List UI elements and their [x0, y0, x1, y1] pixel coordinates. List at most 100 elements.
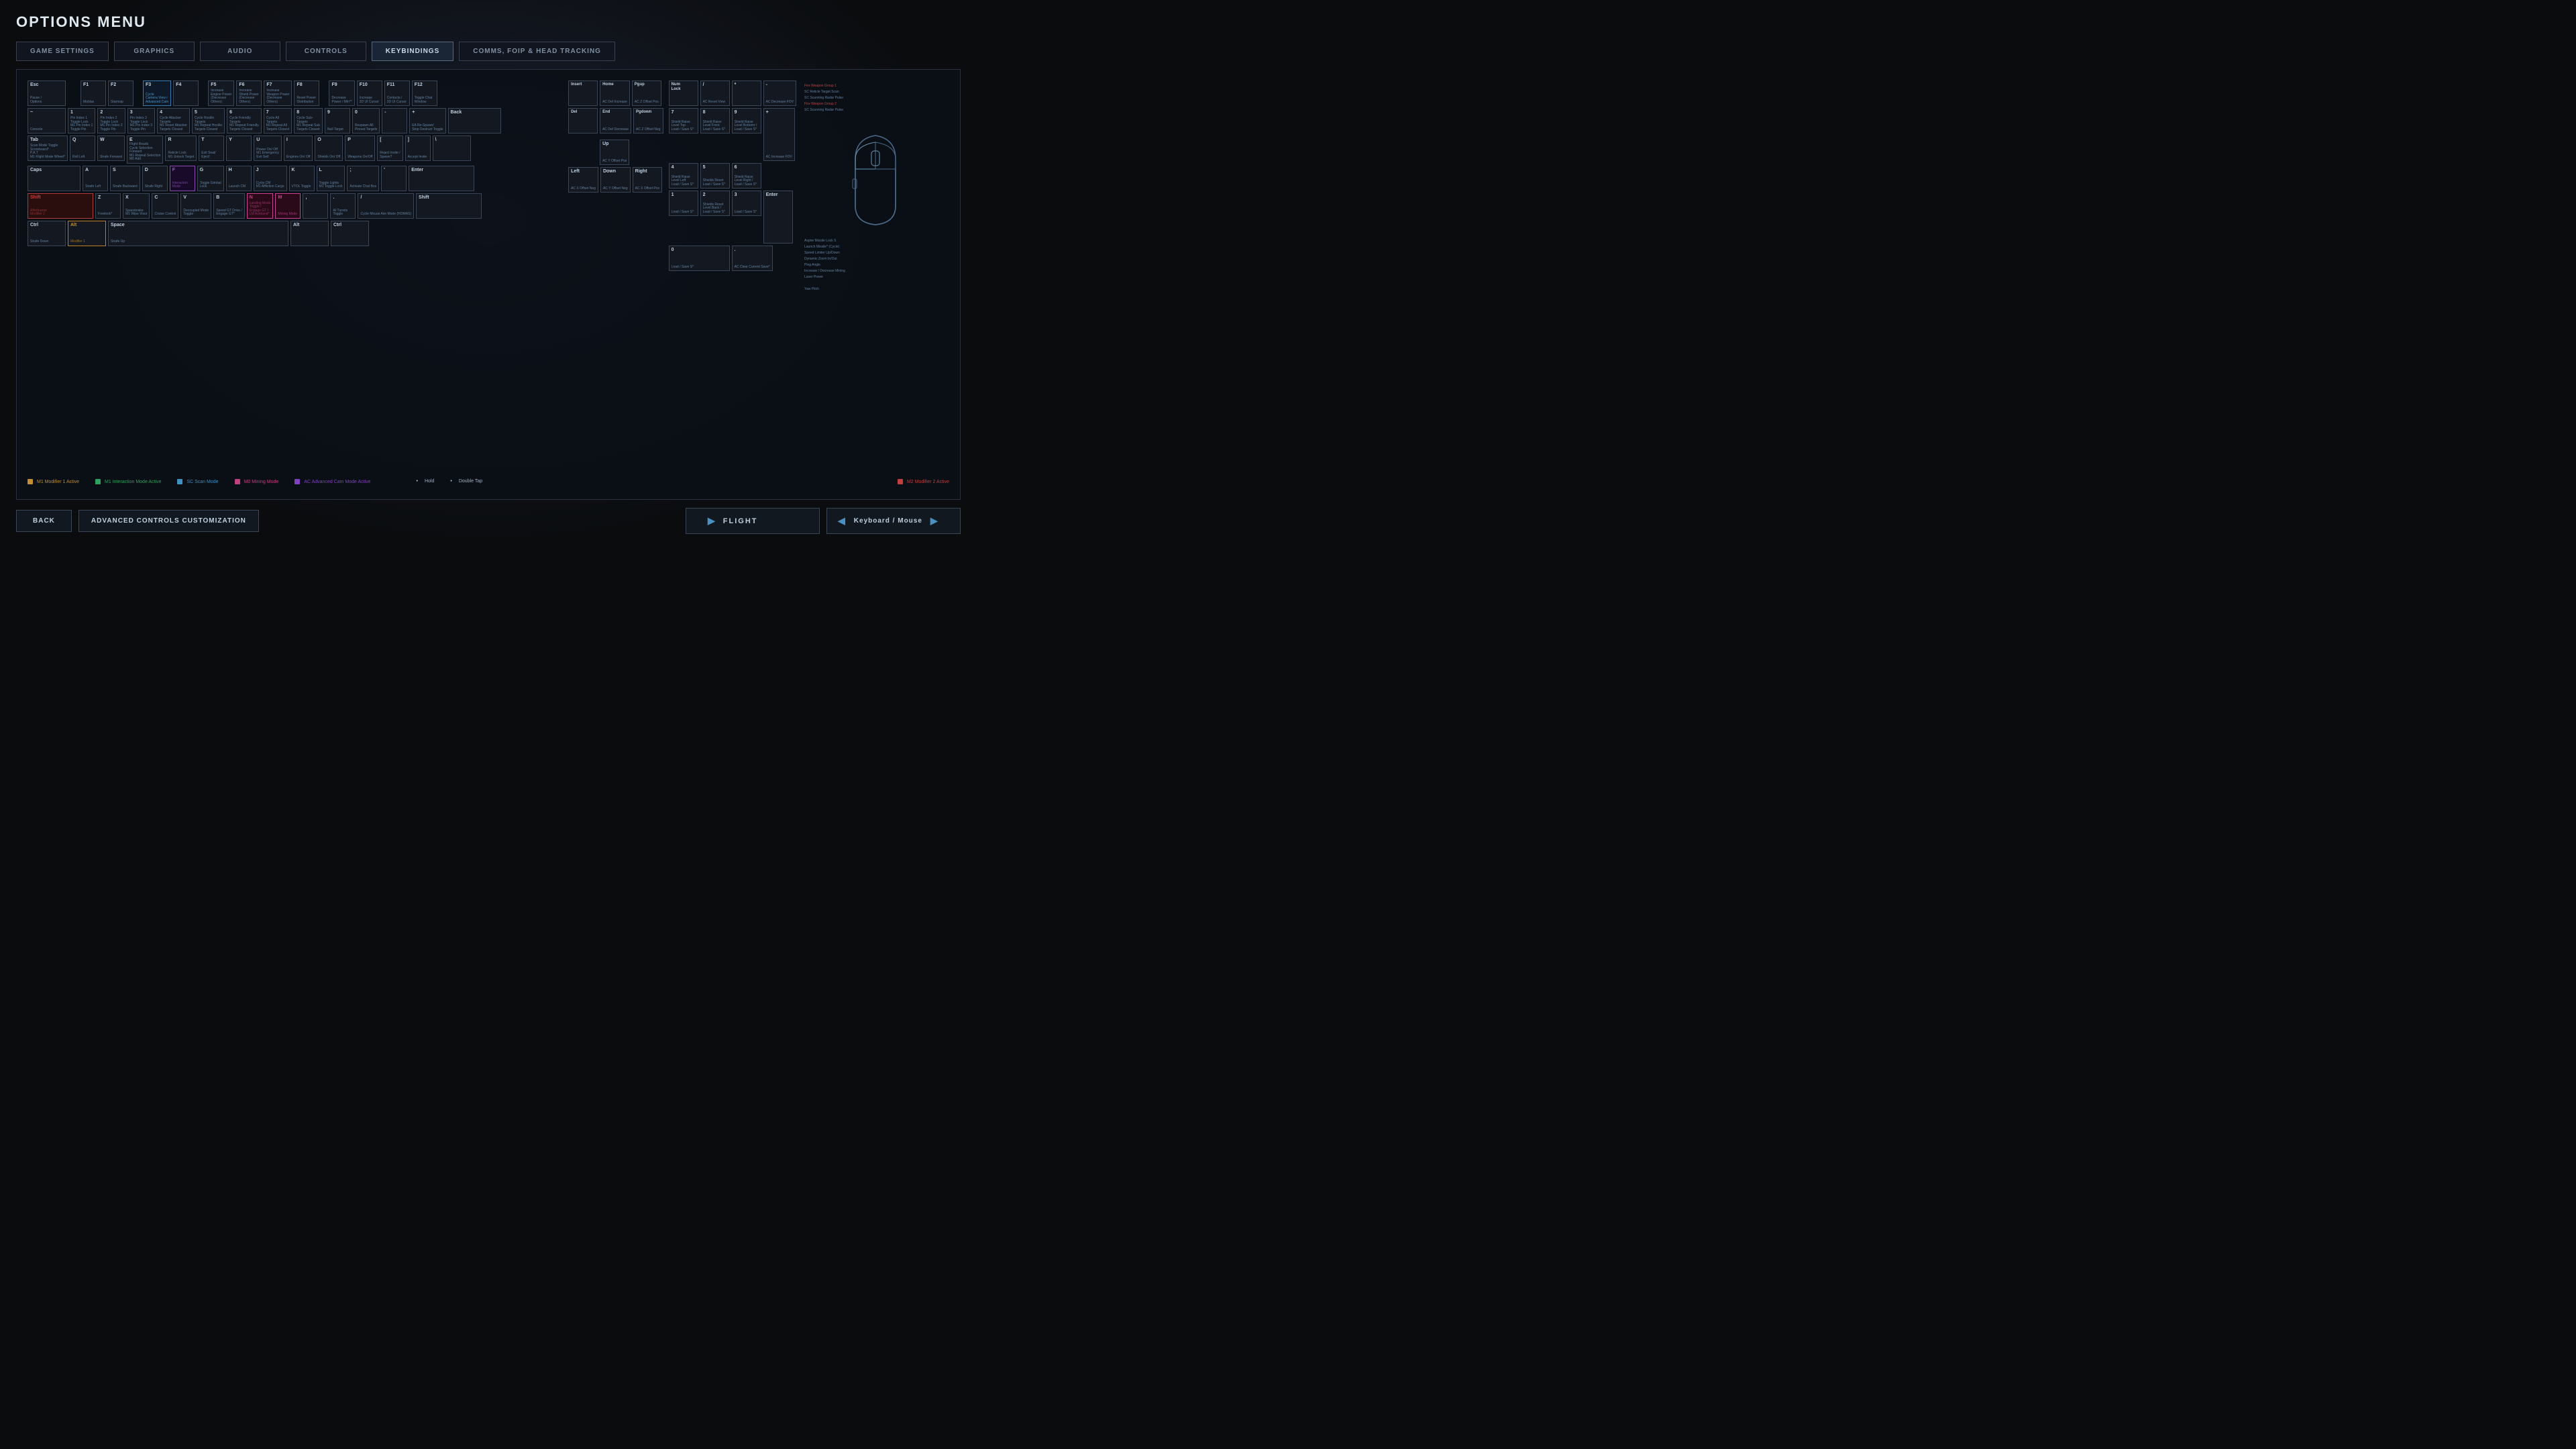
key-num-minus[interactable]: - AC Decrease FOV — [763, 80, 796, 106]
key-num5[interactable]: 5 Shields ResetLoad / Save S* — [700, 163, 730, 189]
key-pgup[interactable]: Pgup AC Z Offset Pos — [632, 80, 661, 106]
key-esc[interactable]: Esc Pause /Options — [28, 80, 66, 106]
key-rbracket[interactable]: ] Accept Invite — [405, 136, 431, 161]
key-num6[interactable]: 6 Shield RaiseLevel Right /Load / Save S… — [732, 163, 761, 189]
key-x[interactable]: X SpacebrakeM1 Wipe Visor — [123, 193, 150, 219]
key-num-slash[interactable]: / AC Reset View — [700, 80, 730, 106]
key-f2[interactable]: F2 Starmap — [108, 80, 133, 106]
key-tab[interactable]: Tab Scan Mode ToggleScoreboard*P.A.TM1 F… — [28, 136, 68, 161]
flight-mode-button[interactable]: ▶ FLIGHT — [686, 508, 820, 534]
key-0[interactable]: 0 Respawn AllPinned Targets — [352, 108, 380, 133]
key-pgdn[interactable]: Pgdown AC Z Offset Neg — [633, 108, 663, 133]
key-semicolon[interactable]: ; Activate Chat Box — [347, 166, 379, 191]
key-f8[interactable]: F8 Reset PowerDistribution — [294, 80, 319, 106]
key-down[interactable]: Down AC Y Offset Neg — [600, 167, 631, 193]
key-period[interactable]: . AI TurretsToggle — [330, 193, 356, 219]
key-right[interactable]: Right AC X Offset Pos — [633, 167, 662, 193]
key-lshift[interactable]: Shift AfterburnerModifier 2 — [28, 193, 93, 219]
key-lalt[interactable]: Alt Modifier 1 — [68, 221, 106, 246]
tab-comms[interactable]: COMMS, FOIP & HEAD TRACKING — [459, 42, 615, 61]
key-j[interactable]: J Cycle CMM1 Affliction Cargo — [254, 166, 287, 191]
key-backtick[interactable]: ~ Console — [28, 108, 66, 133]
tab-game-settings[interactable]: GAME SETTINGS — [16, 42, 109, 61]
key-minus[interactable]: - — [382, 108, 407, 133]
key-c[interactable]: C Cruise Control — [152, 193, 178, 219]
key-slash[interactable]: / Cycle Mouse Aim Mode (HOMAS) — [358, 193, 414, 219]
keyboard-mouse-button[interactable]: ◀ Keyboard / Mouse ▶ — [826, 508, 961, 534]
key-6[interactable]: 6 Cycle FriendlyTargetsM1 Repeat Friendl… — [227, 108, 262, 133]
key-3[interactable]: 3 Pin Index 3Toggle LockM1 Pin Index 3To… — [127, 108, 155, 133]
key-m[interactable]: M Mining Mode — [275, 193, 301, 219]
key-5[interactable]: 5 Cycle HostileTargetsM1 Repeat HostileT… — [192, 108, 225, 133]
key-w[interactable]: W Strafe Forward — [97, 136, 125, 161]
key-del[interactable]: Del — [568, 108, 598, 133]
key-num4[interactable]: 4 Shield RaiseLevel LeftLoad / Save S* — [669, 163, 698, 189]
key-y[interactable]: Y — [226, 136, 252, 161]
key-z[interactable]: Z Freelook* — [95, 193, 121, 219]
key-ralt[interactable]: Alt — [290, 221, 329, 246]
key-f1[interactable]: F1 Moblas — [80, 80, 106, 106]
key-num9[interactable]: 9 Shield RaiseLevel Bottomr /Load / Save… — [732, 108, 761, 133]
key-end[interactable]: End AC Def Decrease — [600, 108, 631, 133]
key-num0[interactable]: 0 Load / Save S* — [669, 246, 730, 271]
key-f11[interactable]: F11 Contacts /2D UI Cursor — [384, 80, 410, 106]
key-q[interactable]: Q Roll Left — [70, 136, 95, 161]
key-g[interactable]: G Toggle GimbalLock — [197, 166, 224, 191]
key-backspace[interactable]: Back — [448, 108, 501, 133]
key-f7[interactable]: F7 IncreaseWeapon Power(DecreaseOthers) — [264, 80, 292, 106]
key-rctrl[interactable]: Ctrl — [331, 221, 369, 246]
key-enter[interactable]: Enter — [409, 166, 474, 191]
key-left[interactable]: Left AC X Offset Neg — [568, 167, 598, 193]
key-f12[interactable]: F12 Toggle ChatWindow — [412, 80, 437, 106]
tab-controls[interactable]: CONTROLS — [286, 42, 366, 61]
key-space[interactable]: Space Strafe Up — [108, 221, 288, 246]
tab-keybindings[interactable]: KEYBINDINGS — [372, 42, 453, 61]
key-a[interactable]: A Strafe Left — [83, 166, 108, 191]
key-home[interactable]: Home AC Def Increase — [600, 80, 630, 106]
key-f3[interactable]: F3 CycleCamera View /Advanced Cam — [143, 80, 171, 106]
key-r[interactable]: R Reticle LockM1 Unlock Target — [165, 136, 197, 161]
key-f5[interactable]: F5 IncreaseEngine Power(DecreaseOthers) — [208, 80, 234, 106]
key-e[interactable]: E Flight ReadsCycle SelectionForwardM1 R… — [127, 136, 163, 164]
key-up[interactable]: Up AC Y Offset Pos — [600, 140, 629, 165]
key-num-asterisk[interactable]: * — [732, 80, 761, 106]
key-lbracket[interactable]: [ Reject Invite /Spawn? — [377, 136, 402, 161]
key-rshift[interactable]: Shift — [416, 193, 482, 219]
key-num3[interactable]: 3 Load / Save S* — [732, 191, 761, 216]
key-equals[interactable]: + EA Re-Spawn/Stop Destruct Toggle — [409, 108, 445, 133]
key-numlock[interactable]: NumLock — [669, 80, 698, 106]
key-s[interactable]: S Strafe Backward — [110, 166, 140, 191]
back-button[interactable]: BACK — [16, 510, 72, 532]
key-9[interactable]: 9 Null Target — [325, 108, 350, 133]
key-f[interactable]: F InteractionMode — [170, 166, 195, 191]
key-l[interactable]: L Toggle LightsM1 Toggle Lock — [317, 166, 345, 191]
key-num7[interactable]: 7 Shield RaiseLevel TopLoad / Save S* — [669, 108, 698, 133]
key-lctrl[interactable]: Ctrl Strafe Down — [28, 221, 66, 246]
key-f9[interactable]: F9 DecreasePower / Min** — [329, 80, 354, 106]
key-7[interactable]: 7 Cycle AllTargetsM1 Repeat AllTargets C… — [264, 108, 292, 133]
key-8[interactable]: 8 Cycle Sub-TargetsM1 Repeat SubTargets … — [294, 108, 323, 133]
key-v[interactable]: V Decoupled ModeToggle — [180, 193, 211, 219]
key-insert[interactable]: Insert — [568, 80, 598, 106]
key-k[interactable]: K VTOL Toggle — [289, 166, 315, 191]
key-comma[interactable]: , — [303, 193, 328, 219]
key-1[interactable]: 1 Pin Index 1Toggle LockM1 Pin Index 1To… — [68, 108, 95, 133]
key-num1[interactable]: 1 Load / Save S* — [669, 191, 698, 216]
key-num2[interactable]: 2 Shields ResetLevel Back /Load / Save S… — [700, 191, 730, 216]
key-u[interactable]: U Power On/ OffM1 EmergencyExit Self — [254, 136, 282, 161]
key-num8[interactable]: 8 Shield RaiseLevel FrontLoad / Save S* — [700, 108, 730, 133]
tab-graphics[interactable]: GRAPHICS — [114, 42, 195, 61]
key-num-plus[interactable]: + AC Increase FOV — [763, 108, 795, 161]
key-h[interactable]: H Launch CM — [226, 166, 252, 191]
key-f6[interactable]: F6 IncreaseShield Power(DecreaseOthers) — [236, 80, 262, 106]
key-b[interactable]: B Speed GT Drive /Engage GT* — [213, 193, 245, 219]
key-f10[interactable]: F10 Increase2D UI Cursor — [357, 80, 382, 106]
key-n[interactable]: N Landing ModeToggle /Engage GT /LM Auto… — [247, 193, 274, 219]
key-i[interactable]: I Engines On/ Off — [284, 136, 313, 161]
key-num-del[interactable]: . AC Clear Current Save* — [732, 246, 773, 271]
key-num-enter[interactable]: Enter — [763, 191, 793, 244]
key-4[interactable]: 4 Cycle AttackerTargetsM1 Reset Attacker… — [157, 108, 190, 133]
key-t[interactable]: T Exit Seat/Eject! — [199, 136, 224, 161]
key-quote[interactable]: ' — [381, 166, 407, 191]
key-caps[interactable]: Caps — [28, 166, 80, 191]
